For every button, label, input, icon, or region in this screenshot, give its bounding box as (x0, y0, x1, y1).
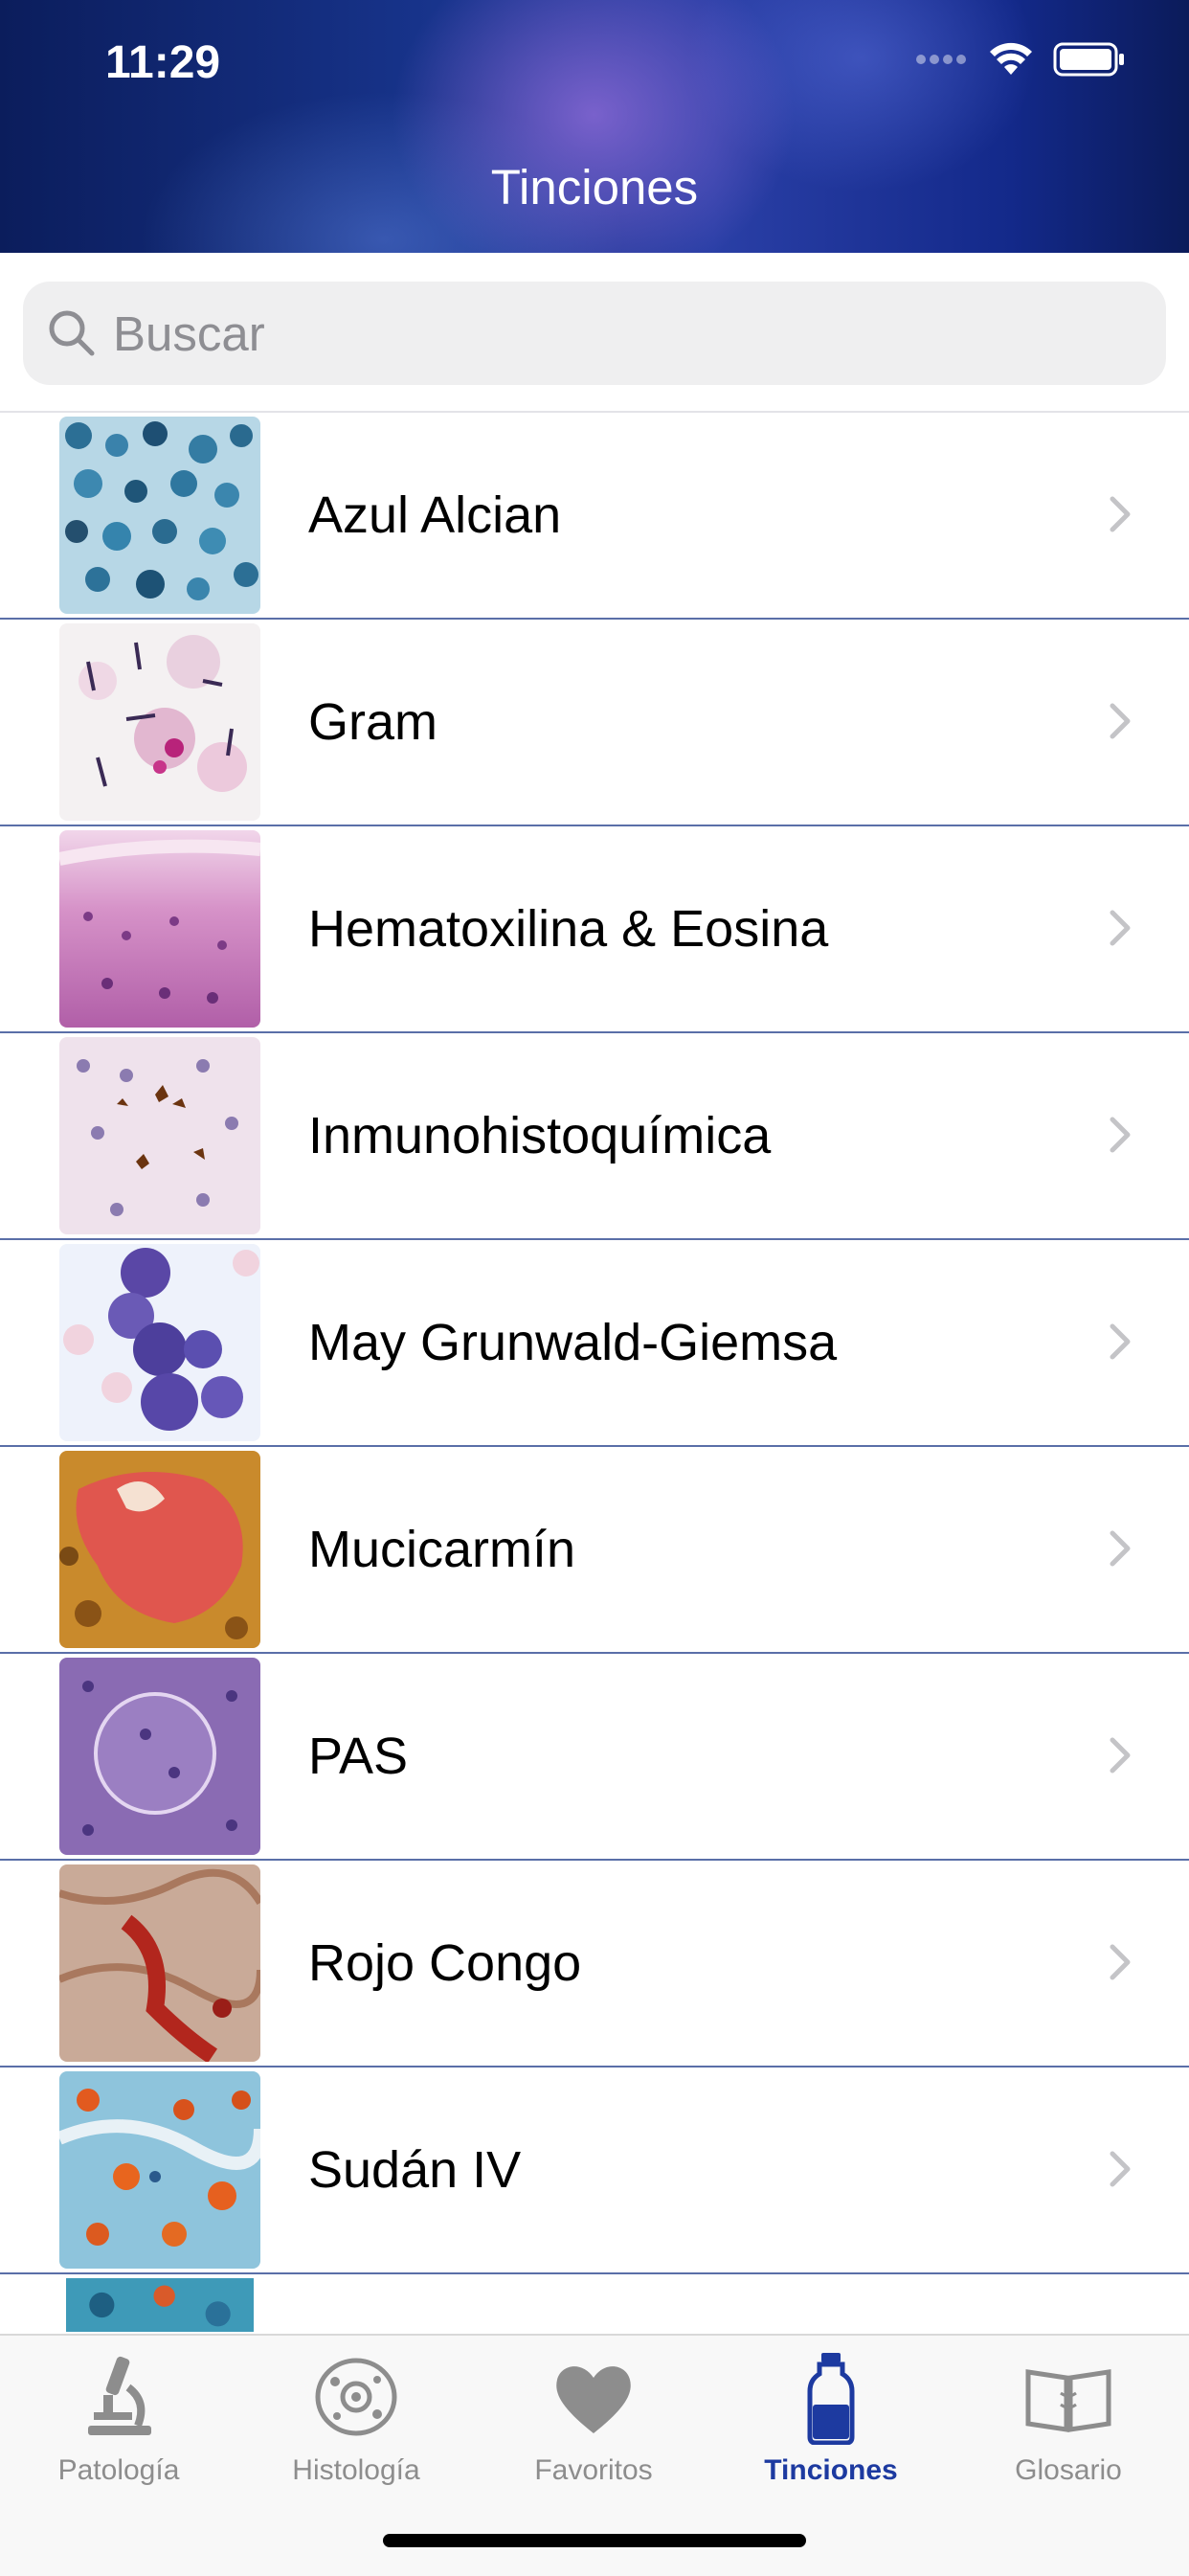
list-item-rojo-congo[interactable]: Rojo Congo (0, 1861, 1189, 2068)
book-icon (1025, 2369, 1111, 2432)
list-item-label: PAS (308, 1728, 409, 1785)
stain-list: Azul Alcian Gram Hematoxilina & Eosina I… (0, 413, 1189, 2332)
mucicarmin-thumbnail (59, 1451, 260, 1648)
heart-icon (556, 2366, 631, 2433)
chevron-right-icon (1110, 1530, 1131, 1567)
list-item-pas[interactable]: PAS (0, 1654, 1189, 1861)
rojo-congo-thumbnail (59, 1864, 260, 2062)
chevron-right-icon (1110, 703, 1131, 739)
tab-glosario[interactable]: Glosario (950, 2349, 1187, 2487)
search-area: Buscar (0, 253, 1189, 413)
tab-patologia[interactable]: Patología (0, 2349, 237, 2487)
list-item-label: May Grunwald-Giemsa (308, 1314, 838, 1371)
chevron-right-icon (1110, 1323, 1131, 1360)
chevron-right-icon (1110, 910, 1131, 946)
tab-favoritos[interactable]: Favoritos (475, 2349, 712, 2487)
tab-label: Glosario (1015, 2454, 1122, 2486)
wifi-icon (990, 42, 1032, 75)
alcian-thumbnail (59, 417, 260, 614)
home-indicator[interactable] (383, 2534, 806, 2547)
gram-thumbnail (59, 623, 260, 821)
search-input[interactable]: Buscar (23, 282, 1166, 385)
list-item-may-grunwald-giemsa[interactable]: May Grunwald-Giemsa (0, 1240, 1189, 1447)
list-item-sudan-iv[interactable]: Sudán IV (0, 2068, 1189, 2274)
status-icons (915, 42, 1126, 77)
partial-thumbnail (66, 2278, 254, 2332)
list-item-inmunohistoquimica[interactable]: Inmunohistoquímica (0, 1033, 1189, 1240)
list-item-label: Hematoxilina & Eosina (308, 900, 829, 958)
list-item-hematoxilina-eosina[interactable]: Hematoxilina & Eosina (0, 826, 1189, 1033)
list-item-label: Inmunohistoquímica (308, 1107, 772, 1164)
tab-histologia[interactable]: Histología (237, 2349, 475, 2487)
microscope-icon (88, 2356, 151, 2435)
stain-bottle-icon (807, 2353, 855, 2445)
navigation-header: 11:29 Tinciones (0, 0, 1189, 253)
tab-label: Favoritos (534, 2454, 653, 2486)
search-placeholder: Buscar (113, 305, 265, 361)
pas-thumbnail (59, 1658, 260, 1855)
list-item-gram[interactable]: Gram (0, 620, 1189, 826)
status-time: 11:29 (105, 37, 221, 88)
chevron-right-icon (1110, 1117, 1131, 1153)
cell-icon (315, 2358, 397, 2436)
chevron-right-icon (1110, 1737, 1131, 1774)
list-item-label: Sudán IV (308, 2141, 522, 2199)
ihq-thumbnail (59, 1037, 260, 1234)
list-item-mucicarmin[interactable]: Mucicarmín (0, 1447, 1189, 1654)
tab-tinciones[interactable]: Tinciones (712, 2349, 950, 2487)
page-title: Tinciones (490, 160, 699, 215)
he-thumbnail (59, 830, 260, 1028)
search-icon (49, 310, 95, 356)
list-item-label: Azul Alcian (308, 486, 562, 544)
list-item-label: Mucicarmín (308, 1521, 576, 1578)
chevron-right-icon (1110, 1944, 1131, 1980)
list-item-label: Rojo Congo (308, 1934, 582, 1992)
signal-icon (916, 55, 966, 64)
battery-icon (1053, 42, 1124, 77)
sudan-iv-thumbnail (59, 2071, 260, 2269)
chevron-right-icon (1110, 2151, 1131, 2187)
tab-label: Patología (57, 2454, 180, 2486)
list-item-label: Gram (308, 693, 437, 751)
chevron-right-icon (1110, 496, 1131, 532)
mgg-thumbnail (59, 1244, 260, 1441)
tab-label: Tinciones (764, 2454, 898, 2486)
tab-label: Histología (292, 2454, 420, 2486)
list-item-partial[interactable] (0, 2274, 1189, 2332)
list-item-azul-alcian[interactable]: Azul Alcian (0, 413, 1189, 620)
